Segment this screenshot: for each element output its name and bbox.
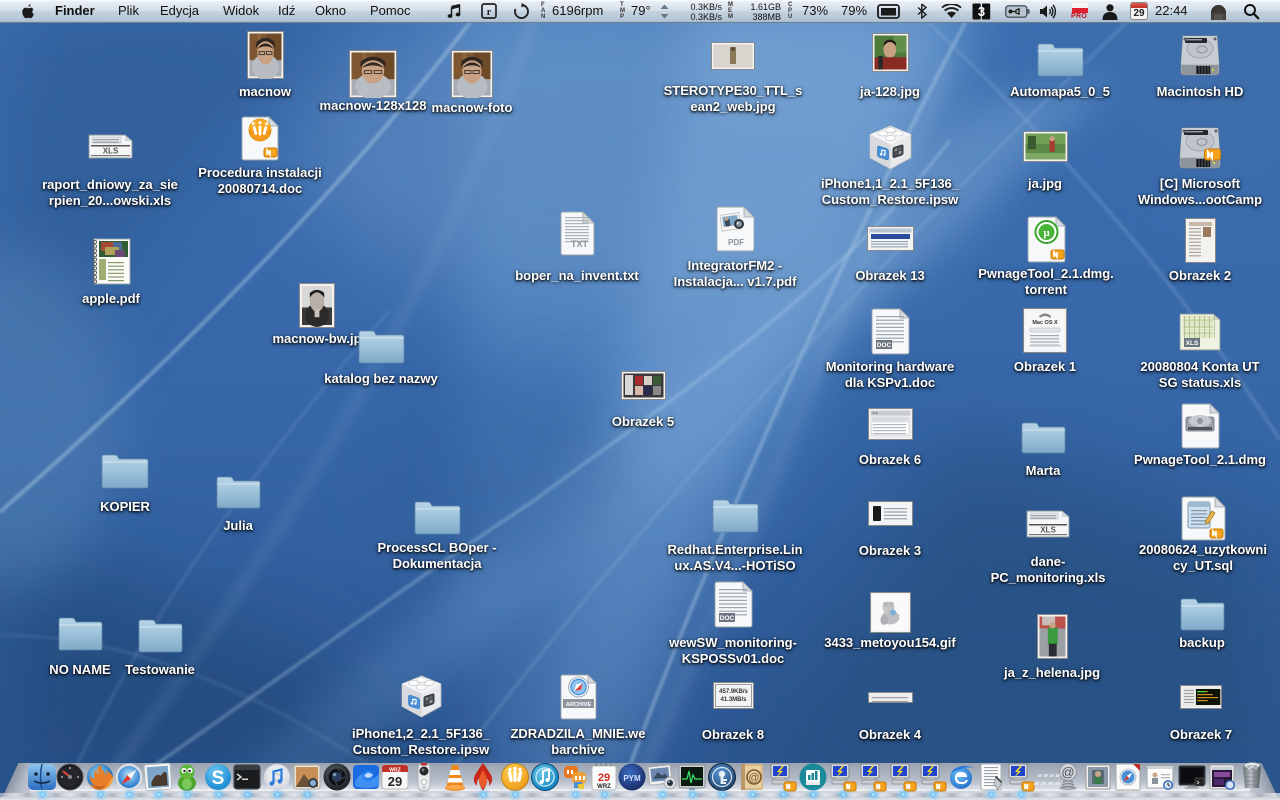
svg-text:Mac OS X: Mac OS X bbox=[1032, 320, 1058, 326]
svg-text:PDF: PDF bbox=[728, 238, 744, 247]
svg-text:S: S bbox=[212, 768, 225, 789]
svg-text:XLS: XLS bbox=[1186, 340, 1199, 347]
svg-text:XLS: XLS bbox=[103, 147, 119, 156]
svg-text:DOC: DOC bbox=[877, 342, 892, 349]
svg-text:WRZ: WRZ bbox=[389, 768, 400, 774]
svg-text:DOC: DOC bbox=[720, 615, 735, 622]
svg-text:457.9KB/s: 457.9KB/s bbox=[719, 689, 748, 695]
svg-text:ARCHIVE: ARCHIVE bbox=[566, 702, 591, 708]
svg-text:µ: µ bbox=[1043, 227, 1050, 239]
svg-text:@: @ bbox=[1061, 765, 1074, 780]
svg-text:3: 3 bbox=[978, 4, 985, 19]
svg-text:29: 29 bbox=[388, 774, 402, 789]
svg-text:29: 29 bbox=[598, 772, 610, 784]
svg-text:41.3MB/s: 41.3MB/s bbox=[720, 697, 747, 703]
svg-text:WRZ: WRZ bbox=[597, 784, 611, 790]
svg-text:@: @ bbox=[748, 772, 759, 784]
svg-text:PYM: PYM bbox=[623, 774, 641, 783]
svg-text:r: r bbox=[487, 7, 492, 18]
svg-text:XLS: XLS bbox=[1040, 526, 1056, 535]
svg-text:TXT: TXT bbox=[571, 239, 589, 249]
